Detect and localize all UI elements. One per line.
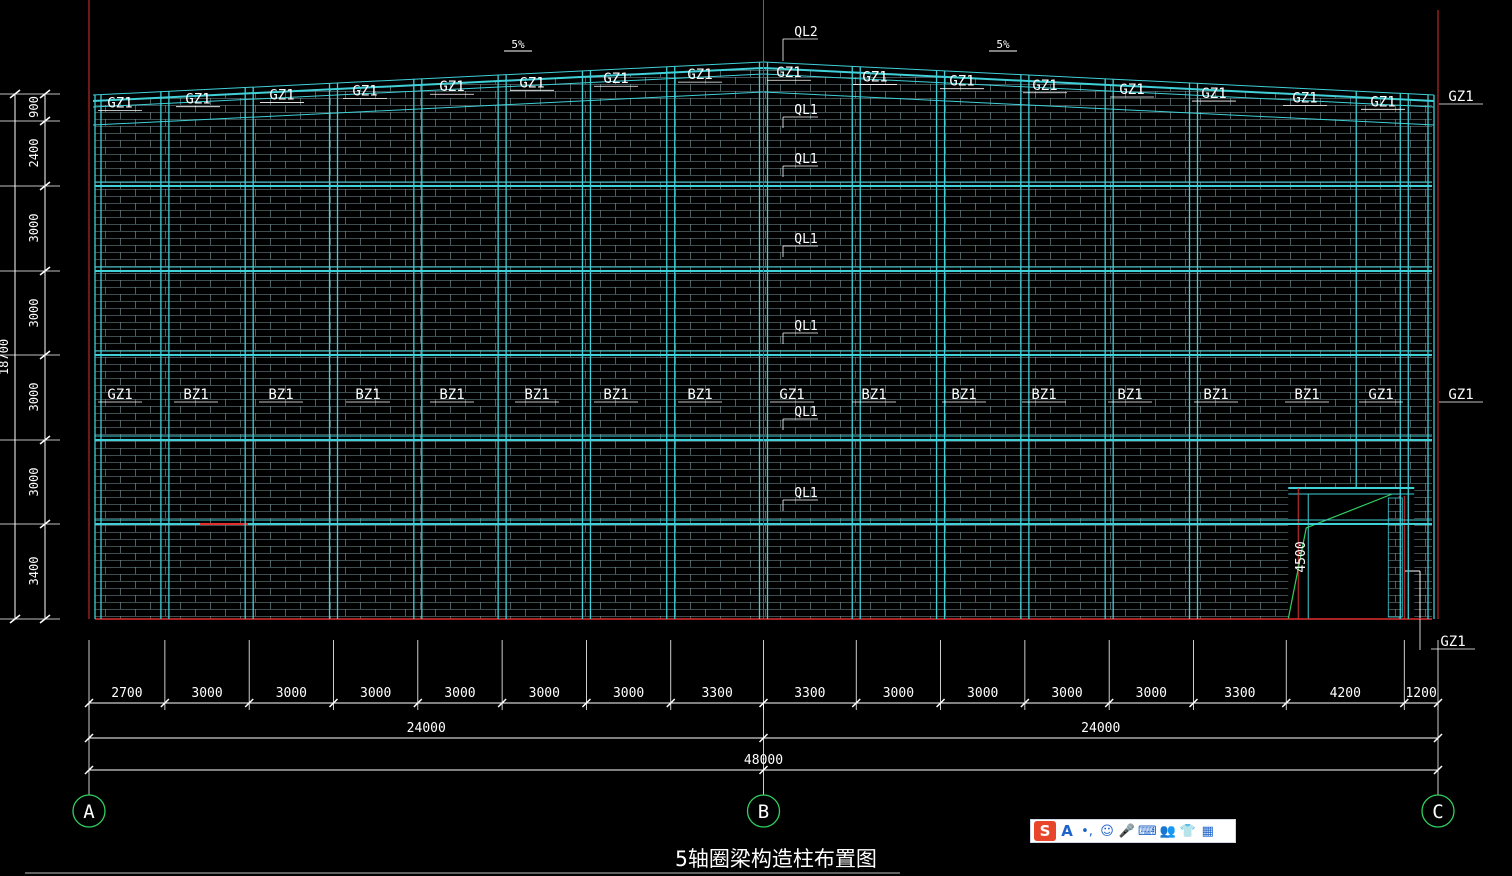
- column-label-top: GZ1: [862, 69, 887, 85]
- bay-dimension-label: 3000: [191, 686, 222, 701]
- bay-dimension-label: 3000: [1136, 686, 1167, 701]
- bay-dimension-label: 3000: [276, 686, 307, 701]
- bay-dimension-label: 3300: [794, 686, 825, 701]
- column-label-top: GZ1: [1292, 90, 1317, 106]
- bay-dimension-label: 3000: [360, 686, 391, 701]
- bay-dimension-label: 3000: [444, 686, 475, 701]
- column-label-top: GZ1: [519, 75, 544, 91]
- column-label-mid: BZ1: [268, 387, 293, 403]
- half-dimension-label: 24000: [407, 721, 446, 736]
- column-label-mid: BZ1: [439, 387, 464, 403]
- ime-skin-icon[interactable]: 👕: [1179, 821, 1197, 841]
- bay-dimension-label: 3300: [1224, 686, 1255, 701]
- door-height-label: 4500: [1294, 541, 1309, 572]
- ring-beam-label: QL1: [794, 232, 817, 247]
- total-dimension-label: 48000: [744, 753, 783, 768]
- column-label-top: GZ1: [603, 71, 628, 87]
- column-label-mid: BZ1: [355, 387, 380, 403]
- level-height-label: 3400: [27, 557, 41, 586]
- column-label-top: GZ1: [1119, 82, 1144, 98]
- ime-voice-icon[interactable]: 🎤: [1118, 821, 1136, 841]
- bay-dimension-label: 3300: [701, 686, 732, 701]
- level-height-label: 2400: [27, 139, 41, 168]
- column-label-top: GZ1: [776, 65, 801, 81]
- ime-keyboard-icon[interactable]: ⌨: [1138, 821, 1157, 841]
- column-label-mid: GZ1: [779, 387, 804, 403]
- column-label-mid: GZ1: [1368, 387, 1393, 403]
- overall-height-label: 18700: [0, 339, 11, 375]
- bay-dimension-label: 3000: [1051, 686, 1082, 701]
- column-label-right: GZ1: [1448, 387, 1473, 403]
- level-height-label: 3000: [27, 468, 41, 497]
- level-height-label: 3000: [27, 214, 41, 243]
- bay-dimension-label: 3000: [529, 686, 560, 701]
- bay-dimension-label: 3000: [883, 686, 914, 701]
- column-label-top: GZ1: [269, 88, 294, 104]
- level-height-label: 3000: [27, 383, 41, 412]
- grid-bubble-label: C: [1432, 801, 1443, 823]
- half-dimension-label: 24000: [1081, 721, 1120, 736]
- column-label-mid: BZ1: [1031, 387, 1056, 403]
- column-label-mid: GZ1: [107, 387, 132, 403]
- ring-beam-label: QL1: [794, 486, 817, 501]
- roof-slope-label: 5%: [511, 38, 525, 51]
- bay-dimension-label: 3000: [967, 686, 998, 701]
- column-label-top: GZ1: [107, 95, 132, 111]
- ime-user-icon[interactable]: 👥: [1159, 821, 1177, 841]
- ring-beam-label: QL1: [794, 103, 817, 118]
- ime-toolbar[interactable]: S A •, ☺ 🎤 ⌨ 👥 👕 ▦: [1030, 819, 1236, 843]
- column-label-mid: BZ1: [861, 387, 886, 403]
- ime-punctuation-toggle[interactable]: •,: [1078, 821, 1096, 841]
- column-label-right: GZ1: [1448, 89, 1473, 105]
- ime-language-toggle[interactable]: A: [1058, 821, 1076, 841]
- bay-dimension-label: 2700: [111, 686, 142, 701]
- column-label-mid: BZ1: [183, 387, 208, 403]
- column-label-top: GZ1: [1032, 78, 1057, 94]
- column-label-top: GZ1: [352, 83, 377, 99]
- column-label-mid: BZ1: [951, 387, 976, 403]
- drawing-title: 5轴圈梁构造柱布置图: [675, 847, 877, 871]
- ring-beam-label: QL1: [794, 405, 817, 420]
- column-label-right: GZ1: [1440, 634, 1465, 650]
- column-label-top: GZ1: [439, 79, 464, 95]
- level-height-label: 3000: [27, 299, 41, 328]
- column-label-top: GZ1: [185, 92, 210, 108]
- column-label-top: GZ1: [1370, 94, 1395, 110]
- bay-dimension-label: 4200: [1330, 686, 1361, 701]
- bay-dimension-label: 3000: [613, 686, 644, 701]
- bay-dimension-label: 1200: [1405, 686, 1436, 701]
- level-height-label: 900: [27, 96, 41, 118]
- column-label-mid: BZ1: [1117, 387, 1142, 403]
- column-label-top: GZ1: [1201, 86, 1226, 102]
- column-label-mid: BZ1: [1294, 387, 1319, 403]
- ime-emoji-icon[interactable]: ☺: [1098, 821, 1116, 841]
- column-label-mid: BZ1: [524, 387, 549, 403]
- column-label-mid: BZ1: [687, 387, 712, 403]
- ring-beam-label: QL2: [794, 25, 817, 40]
- column-label-mid: BZ1: [603, 387, 628, 403]
- ime-logo[interactable]: S: [1034, 821, 1056, 841]
- column-label-top: GZ1: [949, 74, 974, 90]
- column-label-mid: BZ1: [1203, 387, 1228, 403]
- grid-bubble-label: B: [758, 801, 769, 823]
- cad-drawing[interactable]: 4500 900 2400 3000 3000 3000 3000 3400 18700 2700…: [0, 0, 1512, 876]
- grid-bubble-label: A: [83, 801, 95, 823]
- ring-beam-label: QL1: [794, 319, 817, 334]
- column-label-top: GZ1: [687, 67, 712, 83]
- ime-toolbox-icon[interactable]: ▦: [1199, 821, 1217, 841]
- roof-slope-label: 5%: [996, 38, 1010, 51]
- ring-beam-label: QL1: [794, 152, 817, 167]
